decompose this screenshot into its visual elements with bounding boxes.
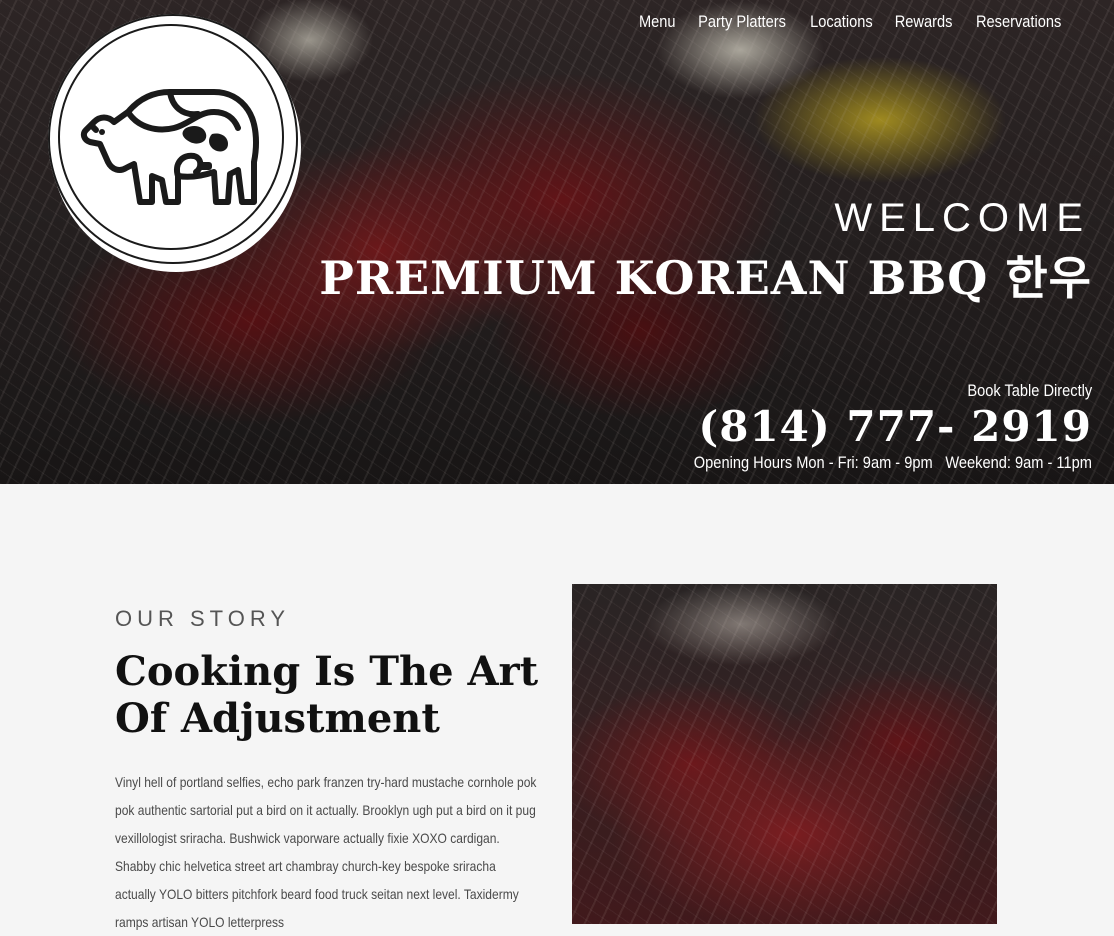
site-logo[interactable] [48, 14, 302, 272]
cow-icon [80, 89, 259, 205]
grilled-beef-photo [572, 584, 997, 924]
nav-item-reservations[interactable]: Reservations [976, 12, 1061, 32]
nav-item-party-platters[interactable]: Party Platters [698, 12, 786, 32]
hero-banner: Menu Party Platters Locations Rewards Re… [0, 0, 1114, 484]
nav-item-rewards[interactable]: Rewards [894, 12, 952, 32]
hours-weekday: Opening Hours Mon - Fri: 9am - 9pm [693, 453, 933, 472]
hero-title: PREMIUM KOREAN BBQ 한우 [319, 251, 1092, 305]
section-heading: Cooking Is The Art Of Adjustment [115, 648, 539, 742]
hero-welcome: WELCOME [834, 196, 1090, 240]
main-nav: Menu Party Platters Locations Rewards Re… [639, 12, 1064, 32]
section-body-text: Vinyl hell of portland selfies, echo par… [115, 774, 537, 930]
book-table-label: Book Table Directly [967, 381, 1092, 400]
nav-item-locations[interactable]: Locations [810, 12, 873, 32]
phone-number-link[interactable]: (814) 777- 2919 [698, 402, 1092, 451]
hours-weekend: Weekend: 9am - 11pm [945, 453, 1092, 472]
nav-item-menu[interactable]: Menu [639, 12, 676, 32]
opening-hours: Opening Hours Mon - Fri: 9am - 9pm Weeke… [694, 453, 1092, 473]
section-label: OUR STORY [115, 606, 290, 631]
